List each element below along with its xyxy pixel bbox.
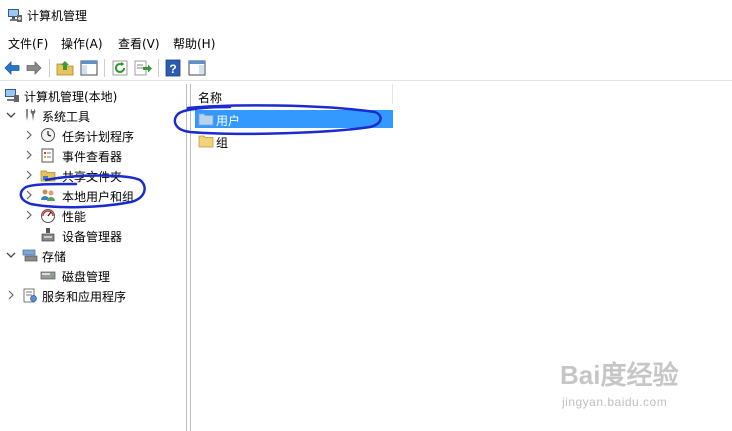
toolbar: ? (0, 55, 732, 81)
window-title: 计算机管理 (27, 9, 88, 23)
device-manager-icon (41, 228, 55, 242)
svg-text:?: ? (169, 62, 176, 76)
refresh-icon[interactable] (110, 58, 130, 78)
navigation-tree: 计算机管理(本地) 系统工具 任务计划程序 事件查看器 共享文件夹 本地用户和组… (0, 84, 186, 431)
tree-item-label: 计算机管理(本地) (24, 90, 118, 104)
chevron-right-icon[interactable] (22, 187, 36, 203)
disk-icon (40, 271, 56, 280)
services-icon (23, 288, 37, 303)
menu-bar: 文件(F) 操作(A) 查看(V) 帮助(H) (0, 31, 732, 53)
column-header-label: 名称 (198, 91, 223, 105)
tree-item-services-and-applications[interactable]: 服务和应用程序 (4, 285, 184, 305)
tree-item-event-viewer[interactable]: 事件查看器 (22, 145, 184, 165)
tree-item-computer-management[interactable]: 计算机管理(本地) (4, 85, 184, 105)
list-item-groups[interactable]: 组 (195, 132, 393, 150)
clock-icon (41, 128, 55, 142)
tree-item-label: 任务计划程序 (62, 130, 135, 144)
tree-item-label: 存储 (42, 250, 67, 264)
toolbar-separator (49, 59, 50, 77)
chevron-right-icon[interactable] (4, 287, 18, 303)
title-bar: 计算机管理 (0, 0, 732, 31)
folder-icon (198, 135, 214, 148)
column-header-empty (393, 84, 732, 104)
list-item-label: 组 (216, 136, 229, 150)
properties-pane-icon[interactable] (187, 58, 207, 78)
up-folder-icon[interactable] (55, 58, 75, 78)
tree-item-performance[interactable]: 性能 (22, 205, 184, 225)
menu-view[interactable]: 查看(V) (118, 35, 160, 52)
folder-icon (198, 113, 214, 126)
menu-help[interactable]: 帮助(H) (173, 35, 215, 52)
tree-item-label: 本地用户和组 (62, 190, 135, 204)
tree-item-label: 事件查看器 (62, 150, 123, 164)
storage-icon (22, 249, 38, 262)
details-list: 名称 用户 组 (191, 84, 732, 431)
event-log-icon (41, 148, 54, 163)
shared-folder-icon (40, 170, 56, 182)
chevron-right-icon[interactable] (22, 127, 36, 143)
column-header-name[interactable]: 名称 (191, 84, 393, 105)
chevron-right-icon[interactable] (22, 207, 36, 223)
tree-item-system-tools[interactable]: 系统工具 (4, 105, 184, 125)
users-icon (41, 189, 55, 201)
tree-item-label: 系统工具 (42, 110, 91, 124)
menu-action[interactable]: 操作(A) (61, 35, 103, 52)
tree-item-label: 磁盘管理 (62, 270, 111, 284)
help-icon[interactable]: ? (163, 58, 183, 78)
menu-file[interactable]: 文件(F) (8, 35, 48, 52)
computer-management-icon (5, 89, 19, 102)
export-list-icon[interactable] (133, 58, 153, 78)
tree-item-label: 服务和应用程序 (42, 290, 127, 304)
list-item-users[interactable]: 用户 (195, 110, 393, 128)
chevron-down-icon[interactable] (4, 107, 18, 123)
back-arrow-icon[interactable] (2, 58, 22, 78)
tree-item-label: 性能 (62, 210, 87, 224)
chevron-right-icon[interactable] (22, 167, 36, 183)
computer-management-icon (8, 9, 22, 22)
chevron-down-icon[interactable] (4, 247, 18, 263)
list-item-label: 用户 (216, 114, 241, 128)
forward-arrow-icon[interactable] (24, 58, 44, 78)
tree-item-device-manager[interactable]: 设备管理器 (22, 225, 184, 245)
tree-item-task-scheduler[interactable]: 任务计划程序 (22, 125, 184, 145)
toolbar-separator (104, 59, 105, 77)
chevron-right-icon[interactable] (22, 147, 36, 163)
tree-item-local-users-and-groups[interactable]: 本地用户和组 (22, 185, 184, 205)
tree-item-label: 设备管理器 (62, 230, 123, 244)
tree-item-storage[interactable]: 存储 (4, 245, 184, 265)
performance-icon (41, 209, 55, 223)
toolbar-separator (158, 59, 159, 77)
tree-item-label: 共享文件夹 (62, 170, 123, 184)
tools-icon (26, 109, 36, 121)
tree-item-shared-folders[interactable]: 共享文件夹 (22, 165, 184, 185)
show-hide-tree-icon[interactable] (79, 58, 99, 78)
tree-item-disk-management[interactable]: 磁盘管理 (22, 265, 184, 285)
